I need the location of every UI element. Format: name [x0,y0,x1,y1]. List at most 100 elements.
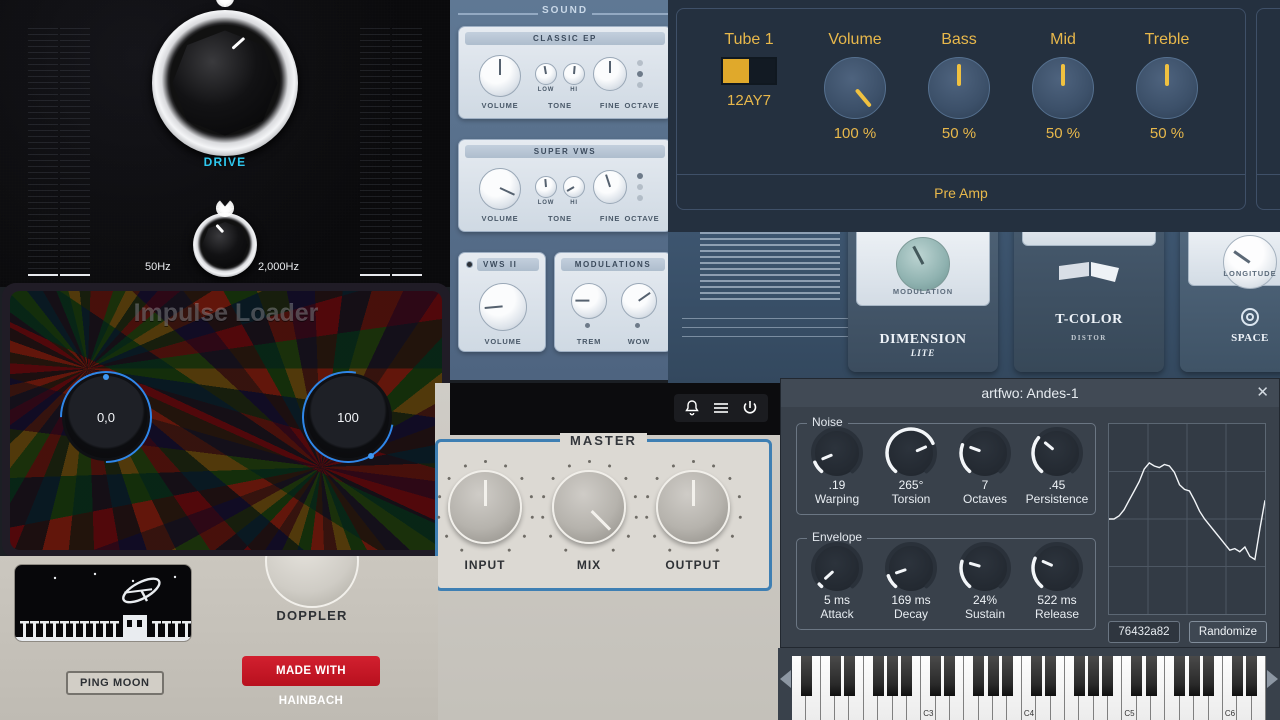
black-key[interactable] [1203,656,1215,696]
volume-knob[interactable] [479,168,521,210]
black-key[interactable] [887,656,899,696]
frequency-knob[interactable] [193,200,257,277]
dry-wet-knob[interactable]: 100 [283,352,413,482]
black-key[interactable] [944,656,956,696]
trem-led[interactable] [585,323,590,328]
warping-knob[interactable] [811,427,863,476]
black-key[interactable] [1073,656,1085,696]
tick-dot [521,534,526,539]
black-key[interactable] [1231,656,1243,696]
warping-label: Warping [814,492,860,506]
black-key[interactable] [843,656,855,696]
black-key[interactable] [1174,656,1186,696]
bell-icon[interactable] [682,398,702,418]
dial-arc [1031,427,1083,474]
black-key[interactable] [1088,656,1100,696]
key-octave-label: C6 [1224,709,1236,718]
volume-knob[interactable] [479,283,527,331]
power-icon[interactable] [740,398,760,418]
wow-knob[interactable] [621,283,657,319]
close-icon[interactable]: ✕ [1256,379,1269,407]
octave-option-down[interactable] [637,82,643,88]
doppler-knob[interactable] [265,556,359,608]
octave-option-up[interactable] [637,60,643,66]
master-output-knob[interactable] [644,460,742,553]
tick-dot [459,548,464,553]
knob-pointer [573,65,576,74]
triangle-right-icon[interactable] [1267,670,1278,688]
octave-option-up[interactable] [637,173,643,179]
module-power-led[interactable] [466,261,473,268]
treble-knob[interactable] [1136,57,1198,119]
trem-knob[interactable] [571,283,607,319]
octave-option-down[interactable] [637,195,643,201]
black-key[interactable] [1188,656,1200,696]
volume-knob[interactable] [479,55,521,97]
black-key[interactable] [987,656,999,696]
sustain-value: 24% [972,593,998,607]
release-knob[interactable] [1031,542,1083,591]
persistence-knob[interactable] [1031,427,1083,476]
black-key[interactable] [1045,656,1057,696]
black-key[interactable] [1102,656,1114,696]
bass-knob[interactable] [928,57,990,119]
black-key[interactable] [872,656,884,696]
fine-knob[interactable] [593,170,627,204]
tone-hi-knob[interactable] [563,176,585,198]
triangle-left-icon[interactable] [780,670,791,688]
tick-dot [691,460,695,463]
wow-led[interactable] [635,323,640,328]
vu-column [392,28,422,276]
tone-low-knob[interactable] [535,63,557,85]
black-key[interactable] [1145,656,1157,696]
sustain-knob[interactable] [959,542,1011,591]
attack-knob[interactable] [811,542,863,591]
modulation-knob[interactable] [896,237,950,291]
black-key[interactable] [1131,656,1143,696]
black-key[interactable] [1246,656,1258,696]
input-knob[interactable]: 0,0 [40,351,172,483]
black-key[interactable] [1030,656,1042,696]
tone-low-knob[interactable] [535,176,557,198]
black-key[interactable] [829,656,841,696]
black-key[interactable] [800,656,812,696]
mid-knob[interactable] [1032,57,1094,119]
seed-field[interactable]: 76432a82 [1108,621,1180,643]
fine-knob[interactable] [593,57,627,91]
master-mix-knob[interactable] [540,460,638,553]
dimension-sub: LITE [910,348,936,358]
made-with-hainbach-badge[interactable]: MADE WITH HAINBACH [242,656,380,707]
knob-pointer [1061,64,1065,86]
octave-option-mid[interactable] [637,71,643,77]
tube-selector[interactable]: Tube 1 12AY7 [695,31,803,109]
tick-dot [563,548,568,553]
torsion-knob[interactable] [885,427,937,476]
octaves-value: 7 [981,478,989,492]
modulation-label: MODULATION [892,287,954,296]
volume-knob[interactable] [824,57,886,119]
randomize-button[interactable]: Randomize [1189,621,1267,643]
octaves-knob[interactable] [959,427,1011,476]
master-input-knob[interactable] [436,460,534,553]
longitude-knob[interactable] [1223,235,1277,289]
black-key[interactable] [901,656,913,696]
tube-swatch[interactable] [721,57,777,85]
menu-icon[interactable] [711,398,731,418]
drive-knob[interactable] [152,0,298,156]
tone-hi-knob[interactable] [563,63,585,85]
t-color-sub: DISTOR [1071,334,1107,342]
piano-keys[interactable]: C3 C4 C5 C6 [792,656,1266,720]
ping-moon-button[interactable]: PING MOON [66,671,164,695]
module-t-color: T-COLOR DISTOR [1014,232,1164,372]
attack-value: 5 ms [823,593,850,607]
black-key[interactable] [930,656,942,696]
decay-knob[interactable] [885,542,937,591]
preamp-control-bass: Bass 50 % [907,31,1011,142]
octave-option-mid[interactable] [637,184,643,190]
octaves-control: 7 Octaves [949,427,1021,506]
knob-pointer [957,64,961,86]
tick-dot [437,494,441,499]
dial-arc [885,542,937,589]
black-key[interactable] [973,656,985,696]
black-key[interactable] [1001,656,1013,696]
